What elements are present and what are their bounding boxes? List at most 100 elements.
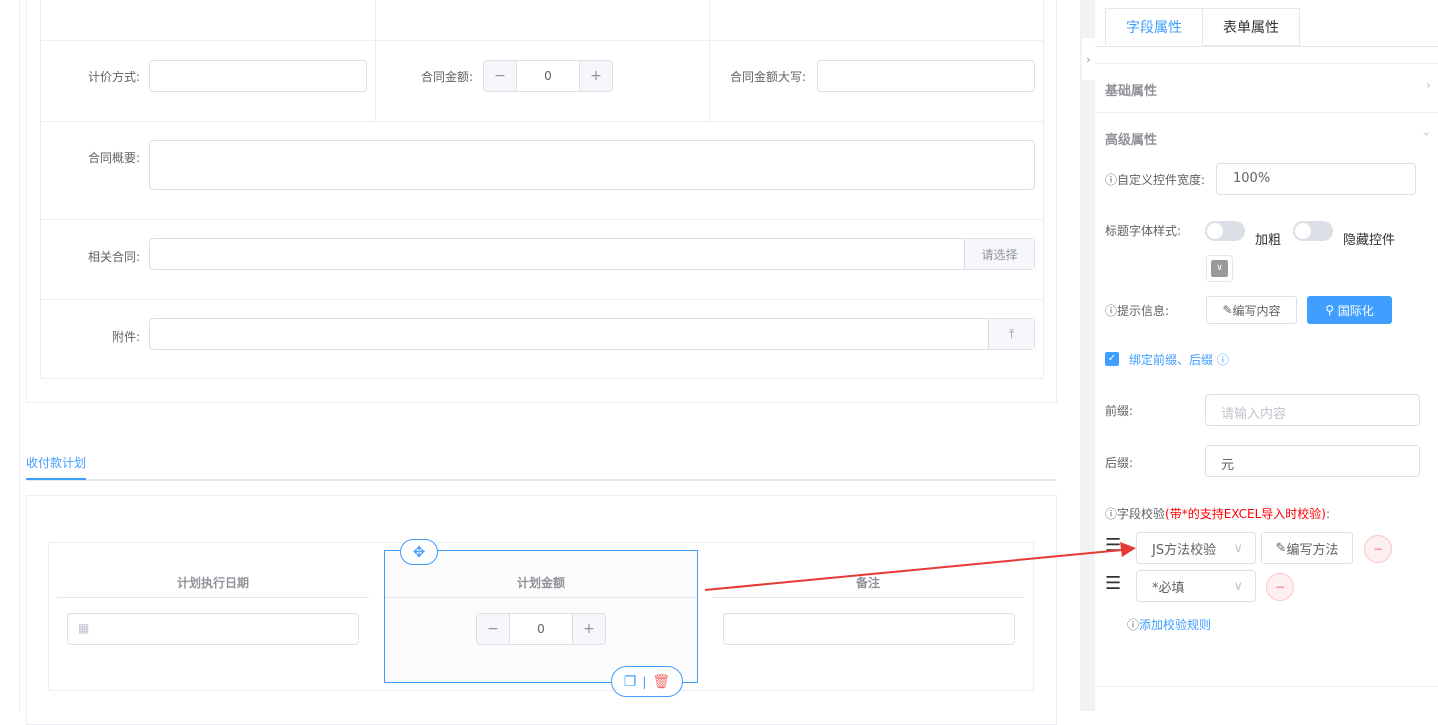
splitter	[1080, 0, 1095, 711]
validation-note: (带*的支持EXCEL导入时校验)	[1165, 507, 1326, 521]
width-label: ⓘ自定义控件宽度:	[1105, 171, 1205, 188]
chevron-down-icon: ∨	[1233, 540, 1243, 556]
help-icon: ⓘ	[1105, 507, 1118, 521]
chevron-down-icon[interactable]: ›	[1419, 132, 1433, 137]
color-picker[interactable]: ∨	[1206, 255, 1233, 282]
amount-label: 合同金额:	[420, 70, 473, 84]
basic-section-header[interactable]: 基础属性	[1105, 80, 1157, 99]
help-icon: ⓘ	[1127, 618, 1140, 632]
add-rule-label: 添加校验规则	[1139, 618, 1212, 632]
edit-method-button[interactable]: ✎ 编写方法	[1261, 532, 1353, 564]
column-actions: ❐ | 🗑	[611, 666, 683, 697]
width-input[interactable]: 100%	[1216, 163, 1416, 195]
date-input[interactable]: ▦	[67, 613, 359, 645]
delete-icon[interactable]: 🗑	[652, 674, 670, 690]
edit-content-button[interactable]: ✎ 编写内容	[1206, 296, 1297, 324]
hide-label: 隐藏控件	[1343, 233, 1396, 248]
edit-method-label: 编写方法	[1286, 542, 1339, 558]
bind-checkbox[interactable]: ✓	[1105, 352, 1119, 366]
chevron-down-icon: ∨	[1233, 578, 1243, 594]
divider	[1095, 686, 1438, 687]
chevron-down-icon: ∨	[1211, 260, 1228, 277]
column-header-date: 计划执行日期	[176, 576, 249, 590]
rule-type-select[interactable]: *必填 ∨	[1136, 570, 1256, 602]
help-icon: ⓘ	[1216, 353, 1229, 367]
help-icon: ⓘ	[1105, 304, 1118, 318]
bind-label[interactable]: 绑定前缀、后缀 ⓘ	[1129, 351, 1229, 368]
remove-rule-button[interactable]: −	[1266, 573, 1294, 601]
move-handle-icon[interactable]: ✥	[400, 539, 438, 565]
colon: :	[1325, 507, 1331, 521]
remove-rule-button[interactable]: −	[1364, 535, 1392, 563]
hide-toggle[interactable]	[1293, 221, 1333, 241]
select-button[interactable]: 请选择	[964, 239, 1034, 269]
plan-amount-stepper[interactable]: − 0 +	[476, 613, 606, 645]
amount-stepper[interactable]: − 0 +	[483, 60, 613, 92]
calendar-icon: ▦	[78, 621, 90, 635]
pencil-icon: ✎	[1222, 303, 1233, 317]
search-icon: ⚲	[1325, 303, 1338, 317]
decrement-button[interactable]: −	[484, 61, 517, 91]
pricing-input[interactable]	[149, 60, 367, 92]
suffix-label: 后缀:	[1105, 456, 1134, 470]
edit-content-label: 编写内容	[1232, 303, 1281, 318]
i18n-label: 国际化	[1337, 303, 1374, 318]
attachment-label: 附件:	[111, 330, 140, 344]
prefix-label: 前缀:	[1105, 404, 1134, 418]
rule-type-select[interactable]: JS方法校验 ∨	[1136, 532, 1256, 564]
column-header-remark: 备注	[855, 576, 880, 590]
increment-button[interactable]: +	[579, 61, 612, 91]
divider	[1095, 63, 1438, 64]
divider	[1095, 112, 1438, 113]
decrement-button[interactable]: −	[477, 614, 510, 644]
collapse-toggle-icon[interactable]: ›	[1082, 38, 1095, 80]
advanced-section-header[interactable]: 高级属性	[1105, 129, 1157, 148]
divider	[1095, 46, 1438, 47]
bind-label-text: 绑定前缀、后缀	[1129, 353, 1214, 367]
validation-label-text: 字段校验	[1117, 507, 1166, 521]
suffix-input[interactable]: 元	[1205, 445, 1420, 477]
drag-handle-icon[interactable]: ☰	[1105, 573, 1121, 594]
cell	[709, 0, 1044, 41]
related-input[interactable]: 请选择	[149, 238, 1035, 270]
tip-label-text: 提示信息:	[1117, 304, 1170, 318]
chevron-right-icon[interactable]: ›	[1426, 78, 1431, 92]
upload-icon[interactable]: ⤒	[988, 319, 1034, 349]
column-header-amount: 计划金额	[516, 576, 565, 590]
divider	[57, 597, 369, 598]
tab-form-properties[interactable]: 表单属性	[1202, 8, 1300, 46]
remark-input[interactable]	[723, 613, 1015, 645]
left-gutter	[0, 0, 20, 711]
add-rule-link[interactable]: ⓘ添加校验规则	[1127, 616, 1211, 633]
amount-upper-input[interactable]	[817, 60, 1035, 92]
summary-textarea[interactable]	[149, 140, 1035, 190]
increment-button[interactable]: +	[572, 614, 605, 644]
rule-type-value: JS方法校验	[1152, 542, 1217, 558]
help-icon: ⓘ	[1105, 173, 1118, 187]
width-label-text: 自定义控件宽度:	[1117, 173, 1206, 187]
cell	[375, 0, 710, 41]
related-label: 相关合同:	[87, 250, 140, 264]
tab-active-bar	[26, 478, 86, 480]
font-style-label: 标题字体样式:	[1105, 224, 1182, 238]
i18n-button[interactable]: ⚲ 国际化	[1307, 296, 1392, 324]
validation-label: ⓘ字段校验(带*的支持EXCEL导入时校验):	[1105, 505, 1330, 522]
tab-divider	[26, 479, 1056, 481]
divider	[385, 597, 697, 598]
bold-label: 加粗	[1255, 233, 1282, 248]
plan-amount-value[interactable]: 0	[510, 614, 572, 644]
tab-field-properties[interactable]: 字段属性	[1105, 8, 1203, 46]
drag-handle-icon[interactable]: ☰	[1105, 535, 1121, 556]
pricing-label: 计价方式:	[87, 70, 140, 84]
divider	[712, 597, 1024, 598]
copy-icon[interactable]: ❐	[624, 674, 637, 690]
bold-toggle[interactable]	[1205, 221, 1245, 241]
tip-label: ⓘ提示信息:	[1105, 302, 1169, 319]
prefix-input[interactable]: 请输入内容	[1205, 394, 1420, 426]
cell	[40, 0, 376, 41]
amount-upper-label: 合同金额大写:	[729, 70, 806, 84]
attachment-input[interactable]: ⤒	[149, 318, 1035, 350]
amount-value[interactable]: 0	[517, 61, 579, 91]
tab-payment-plan[interactable]: 收付款计划	[26, 454, 86, 471]
rule-type-value: *必填	[1152, 580, 1185, 596]
